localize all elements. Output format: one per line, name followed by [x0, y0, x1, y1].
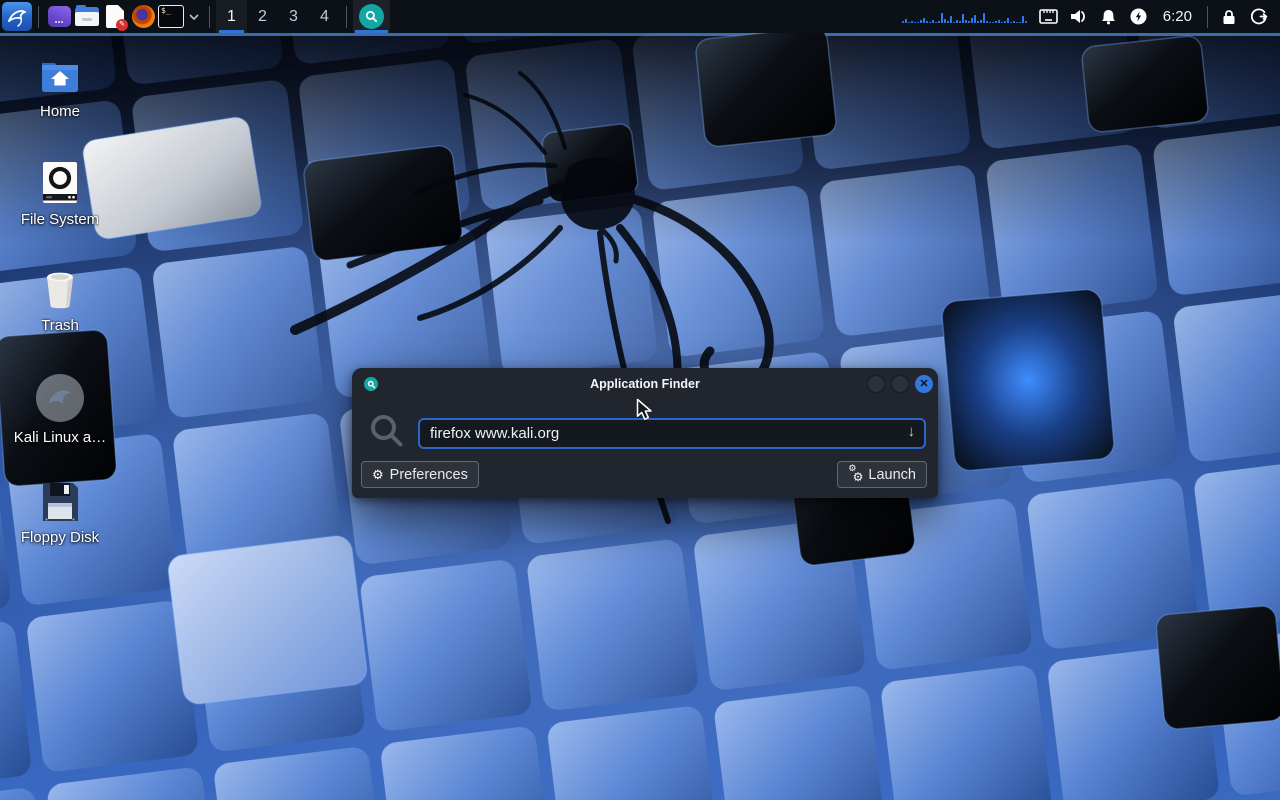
run-gears-icon — [848, 467, 862, 482]
launcher-file-manager[interactable] — [73, 0, 101, 33]
launcher-firefox[interactable] — [129, 0, 157, 33]
power-battery-icon — [1130, 8, 1147, 25]
desktop-icon-kali-linux-doc[interactable]: Kali Linux a… — [12, 372, 108, 446]
logout-icon — [1251, 8, 1268, 25]
launcher-dropdown-button[interactable] — [185, 0, 203, 33]
text-editor-icon: ✎ — [106, 5, 124, 28]
launcher-text-editor[interactable]: ✎ — [101, 0, 129, 33]
preferences-button[interactable]: ⚙ Preferences — [361, 461, 479, 488]
desktop-icon-home[interactable]: Home — [12, 56, 108, 120]
file-manager-icon — [75, 7, 99, 26]
application-finder-icon — [359, 4, 384, 29]
launch-button-label: Launch — [868, 467, 916, 483]
desktop-screen: ✎ 1 2 3 4 — [0, 0, 1280, 800]
kali-document-icon — [34, 372, 86, 424]
dropdown-arrow-icon[interactable]: ↓ — [908, 423, 916, 440]
taskbar-application-finder[interactable] — [353, 0, 390, 33]
desktop-icon-file-system[interactable]: File System — [12, 160, 108, 228]
kali-logo-icon — [5, 5, 29, 29]
desktop-icon-trash[interactable]: Trash — [12, 266, 108, 334]
trash-can-icon — [37, 266, 83, 312]
terminal-icon — [158, 5, 184, 28]
lock-screen-button[interactable] — [1214, 0, 1244, 33]
desktop-icon-label: Home — [40, 103, 80, 120]
panel-separator — [1207, 6, 1208, 28]
desktop-icon-label: Kali Linux a… — [14, 429, 107, 446]
desktop-icon-floppy-disk[interactable]: Floppy Disk — [12, 480, 108, 546]
launcher-app-window[interactable] — [45, 0, 73, 33]
workspace-1[interactable]: 1 — [216, 0, 247, 33]
search-box: ↓ — [418, 418, 926, 449]
top-panel: ✎ 1 2 3 4 — [0, 0, 1280, 33]
desktop-icon-label: File System — [21, 211, 99, 228]
launch-button[interactable]: Launch — [837, 461, 927, 488]
workspace-2[interactable]: 2 — [247, 0, 278, 33]
close-button[interactable]: ✕ — [915, 375, 933, 393]
search-icon — [368, 412, 406, 450]
floppy-disk-icon — [39, 480, 81, 524]
audio-visualizer — [902, 11, 1027, 23]
network-tray-button[interactable] — [1034, 0, 1064, 33]
edit-badge-icon: ✎ — [116, 19, 128, 31]
desktop-icon-label: Trash — [41, 317, 79, 334]
preferences-button-label: Preferences — [390, 467, 468, 483]
minimize-button[interactable] — [867, 375, 885, 393]
workspace-3[interactable]: 3 — [278, 0, 309, 33]
gear-icon: ⚙ — [372, 468, 384, 481]
panel-separator — [38, 6, 39, 28]
desktop-icon-label: Floppy Disk — [21, 529, 99, 546]
hard-drive-icon — [39, 160, 81, 206]
logout-button[interactable] — [1244, 0, 1274, 33]
launcher-terminal[interactable] — [157, 0, 185, 33]
search-input[interactable] — [420, 425, 924, 442]
notifications-tray-button[interactable] — [1094, 0, 1124, 33]
panel-separator — [209, 6, 210, 28]
clock[interactable]: 6:20 — [1154, 8, 1201, 25]
application-finder-window: Application Finder ✕ ↓ ⚙ Preferences Lau… — [352, 368, 938, 498]
network-icon — [1039, 9, 1058, 24]
dialog-title: Application Finder — [352, 368, 938, 400]
dialog-titlebar[interactable]: Application Finder ✕ — [352, 368, 938, 400]
chevron-down-icon — [189, 14, 199, 20]
power-manager-tray-button[interactable] — [1124, 0, 1154, 33]
firefox-icon — [132, 5, 155, 28]
lock-icon — [1222, 9, 1236, 25]
bell-icon — [1101, 9, 1116, 25]
app-window-icon — [48, 6, 71, 27]
volume-icon — [1070, 9, 1088, 24]
volume-tray-button[interactable] — [1064, 0, 1094, 33]
panel-separator — [346, 6, 347, 28]
workspace-4[interactable]: 4 — [309, 0, 340, 33]
home-folder-icon — [37, 56, 83, 98]
maximize-button[interactable] — [891, 375, 909, 393]
applications-menu-button[interactable] — [2, 2, 32, 31]
